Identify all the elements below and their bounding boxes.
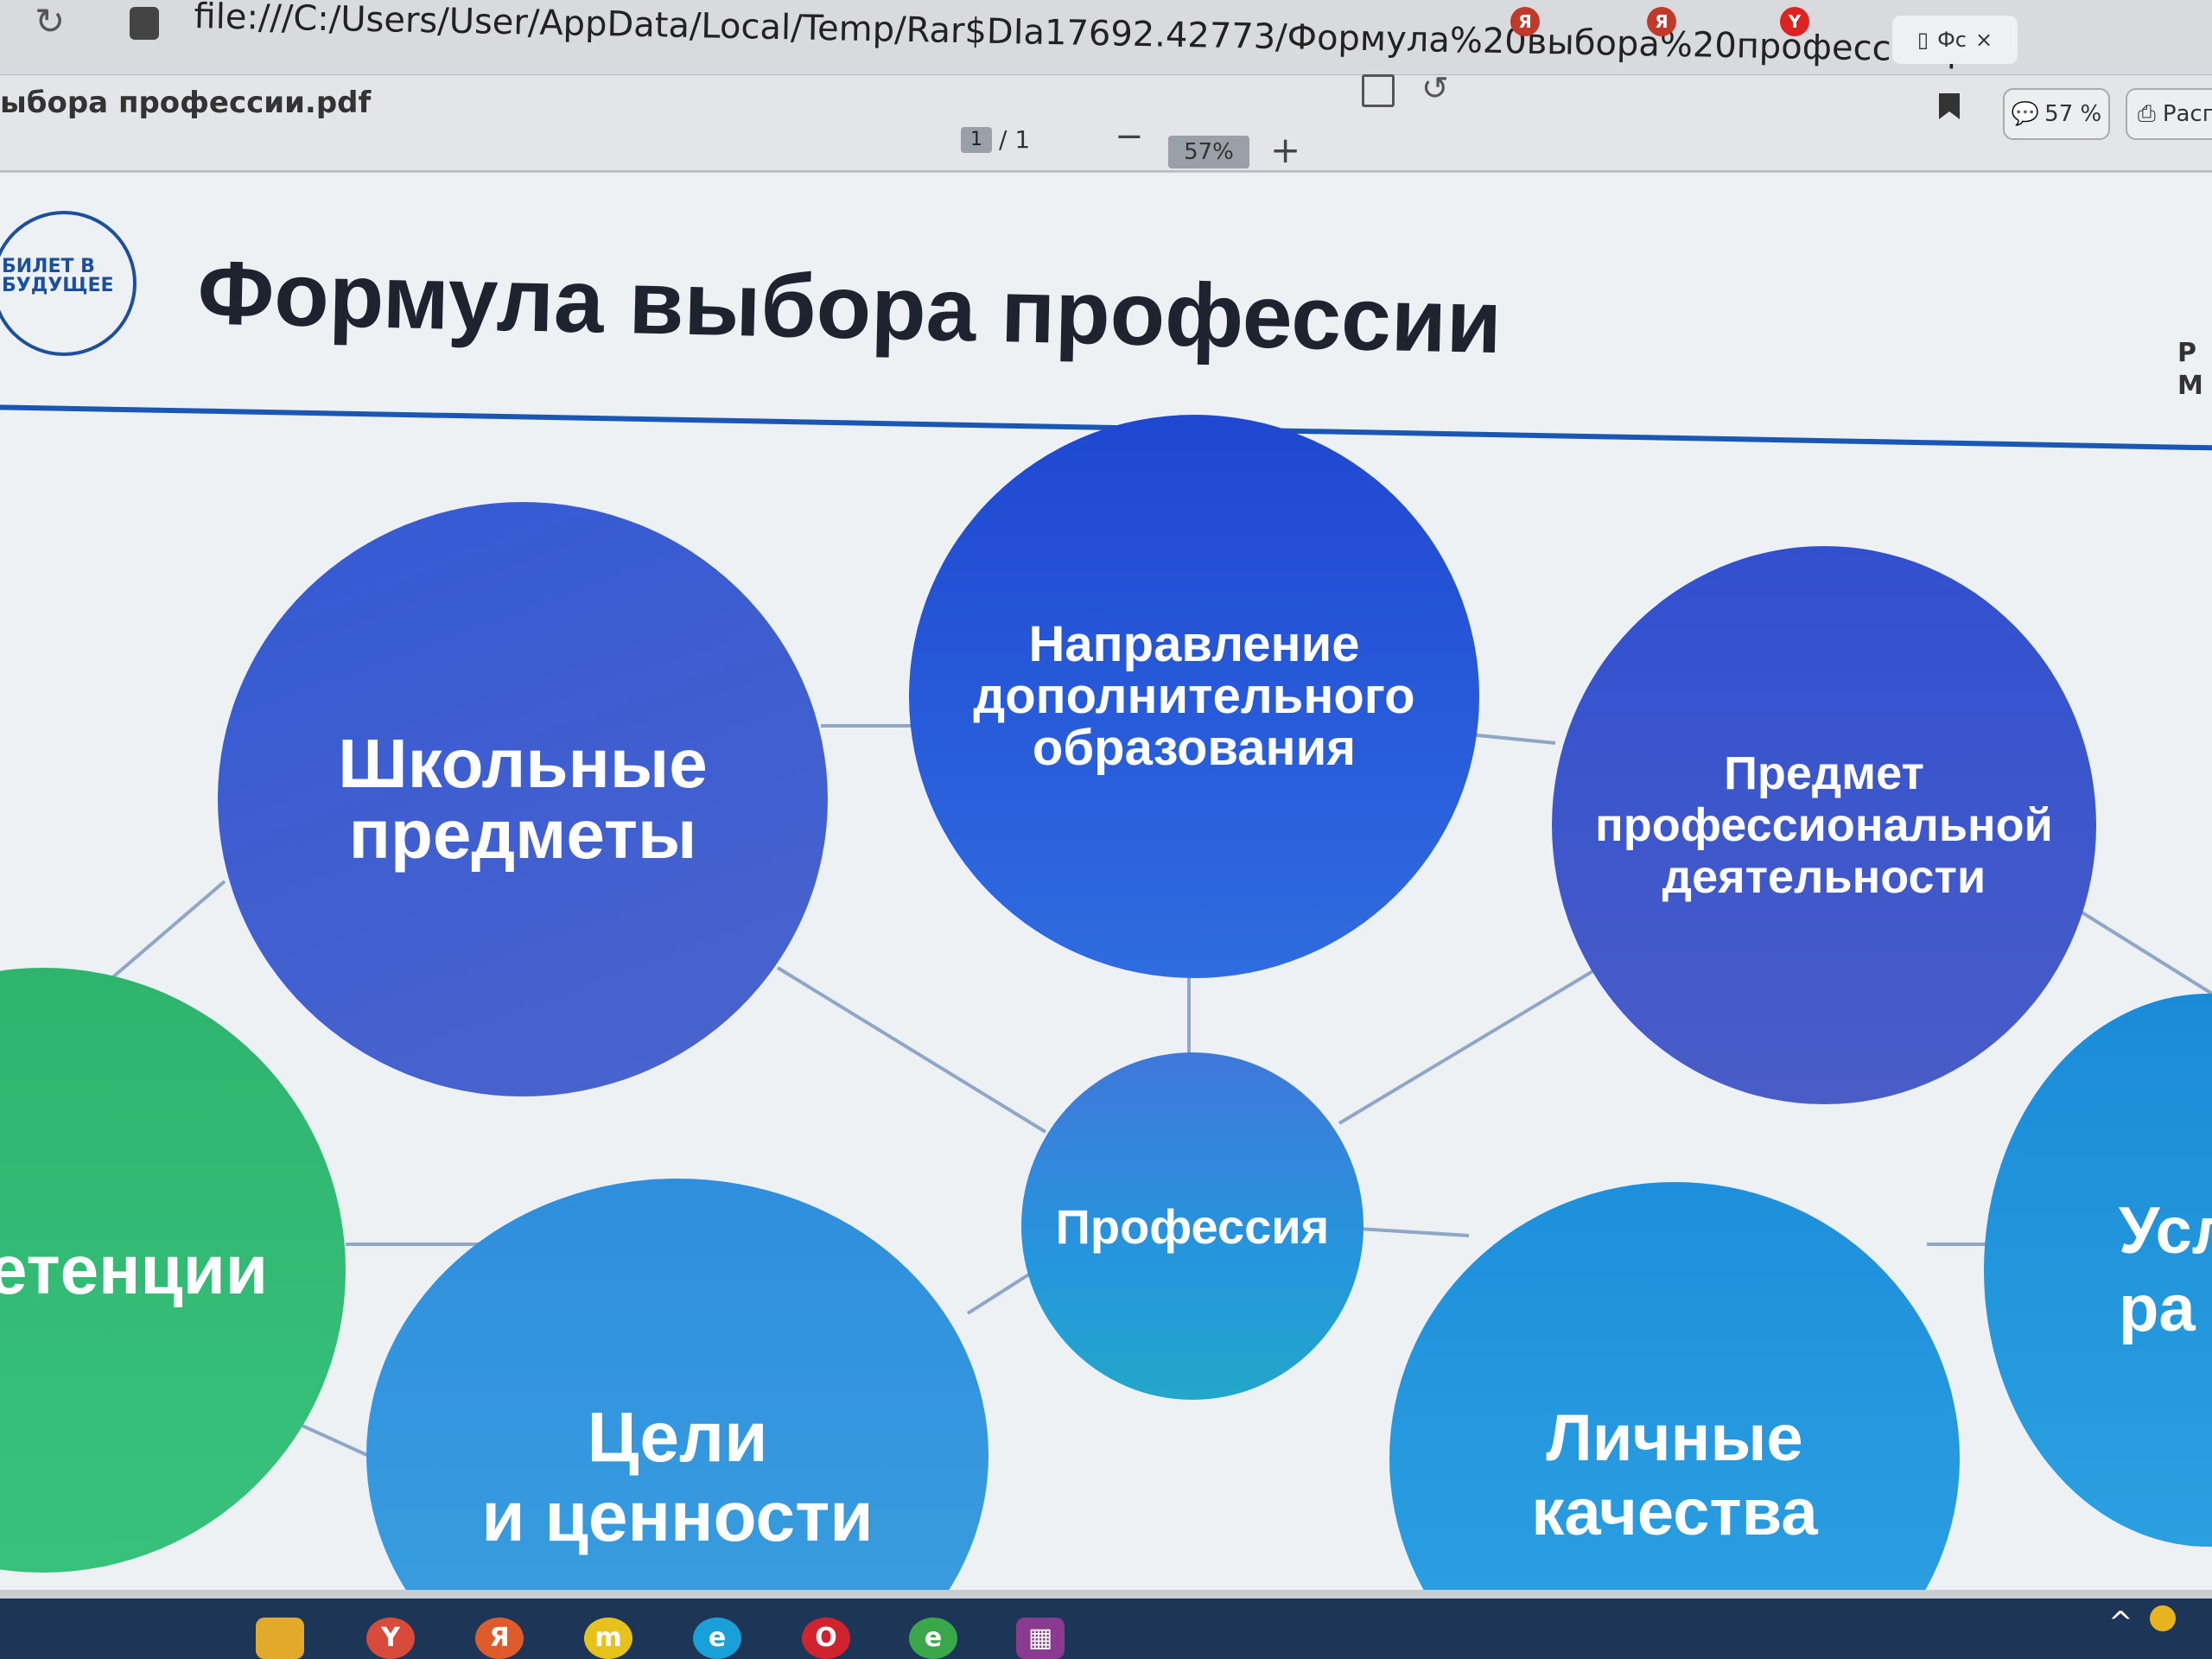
circle-school-subjects: Школьные предметы — [218, 502, 828, 1096]
edge-icon[interactable]: e — [693, 1618, 741, 1659]
circle-label: Личные качества — [1531, 1402, 1818, 1549]
comments-button[interactable]: 💬 57 % — [2003, 88, 2110, 140]
tab-active[interactable]: ▯ Фс × — [1892, 16, 2018, 64]
file-name: ыбора профессии.pdf — [0, 86, 372, 120]
page-number-input[interactable]: 1 — [961, 127, 992, 153]
file-icon — [130, 7, 159, 40]
address-bar[interactable]: file:///C:/Users/User/AppData/Local/Temp… — [194, 0, 2003, 71]
pdf-page: БИЛЕТ В БУДУЩЕЕ Формула выбора профессии… — [0, 173, 2212, 1590]
organization-text: Р М — [2177, 338, 2203, 401]
circle-professional-subject: Предмет профессиональной деятельности — [1552, 546, 2096, 1104]
ie-icon[interactable]: e — [909, 1618, 957, 1659]
circle-label: Усл ра — [2119, 1194, 2212, 1345]
chevron-up-icon[interactable]: ^ — [2108, 1605, 2133, 1640]
print-button[interactable]: ⎙ Расп — [2126, 88, 2212, 140]
yandex-icon[interactable]: Я — [475, 1618, 524, 1659]
opera-icon[interactable]: O — [802, 1618, 850, 1659]
comment-icon: 💬 — [2011, 101, 2040, 127]
circle-label: Школьные предметы — [338, 725, 708, 873]
zoom-in-button[interactable]: + — [1270, 129, 1300, 171]
close-icon[interactable]: × — [1975, 28, 1993, 52]
rotate-icon[interactable]: ↺ — [1421, 69, 1449, 107]
yandex-tab-icon[interactable]: Я — [1510, 7, 1540, 36]
zoom-level[interactable]: 57% — [1168, 136, 1249, 168]
circle-label: Предмет профессиональной деятельности — [1595, 747, 2053, 903]
logo-text: БИЛЕТ В БУДУЩЕЕ — [2, 256, 114, 296]
tray-app-icon[interactable] — [2150, 1605, 2176, 1631]
pdf-toolbar: ыбора профессии.pdf 1 / 1 − 57% + — [0, 75, 2212, 172]
print-icon: ⎙ — [2138, 100, 2156, 127]
circle-label: Цели и ценности — [481, 1398, 874, 1556]
circle-profession: Профессия — [1021, 1052, 1363, 1400]
circle-label: Направление дополнительного образования — [973, 616, 1415, 776]
file-explorer-icon[interactable] — [256, 1618, 304, 1659]
reload-icon[interactable]: ↻ — [35, 0, 65, 42]
yandex-tab-icon-2[interactable]: Я — [1647, 7, 1676, 36]
circle-label: етенции — [0, 1231, 268, 1308]
circle-additional-education: Направление дополнительного образования — [909, 415, 1479, 978]
yandex-browser-icon[interactable]: Y — [366, 1618, 415, 1659]
tab-label: Фс — [1937, 28, 1967, 52]
comments-label: 57 % — [2044, 101, 2102, 127]
windows-taskbar — [0, 1599, 2212, 1659]
app-icon[interactable]: m — [584, 1618, 632, 1659]
winrar-icon[interactable]: ▦ — [1016, 1618, 1065, 1659]
yandex-browser-tab-icon[interactable]: Y — [1780, 7, 1809, 36]
circle-label: Профессия — [1055, 1198, 1330, 1254]
page-total: / 1 — [999, 125, 1031, 154]
document-icon: ▯ — [1916, 28, 1929, 52]
print-label: Расп — [2162, 101, 2212, 127]
fit-page-icon[interactable] — [1362, 74, 1395, 107]
browser-topbar: ↻ file:///C:/Users/User/AppData/Local/Te… — [0, 0, 2212, 75]
zoom-out-button[interactable]: − — [1115, 117, 1144, 156]
